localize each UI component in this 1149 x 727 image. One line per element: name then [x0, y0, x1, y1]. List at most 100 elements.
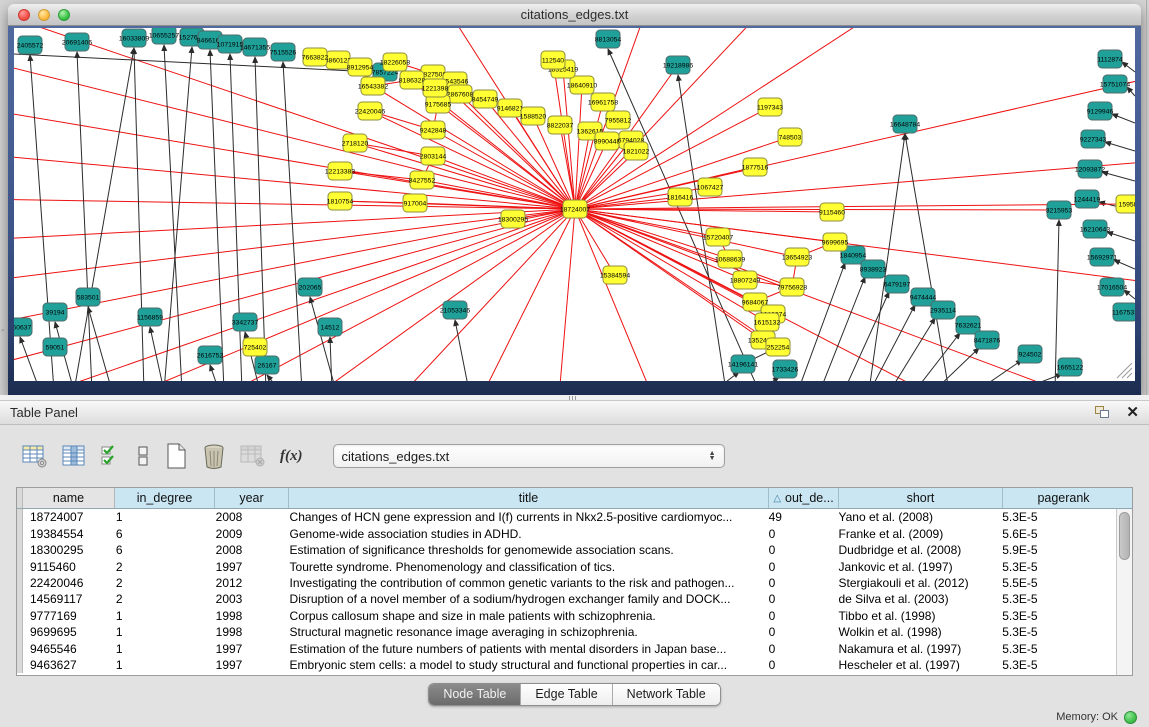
graph-node[interactable]: 2935114 — [930, 301, 956, 319]
graph-edge[interactable] — [870, 305, 915, 381]
graph-node[interactable]: 8822037 — [547, 116, 574, 134]
table-row[interactable]: 1830029562008Estimation of significance … — [17, 542, 1116, 558]
graph-edge[interactable] — [134, 48, 144, 381]
graph-node[interactable]: 18226058 — [380, 53, 410, 71]
graph-node[interactable]: 19218986 — [663, 56, 693, 74]
graph-node[interactable]: 22420046 — [355, 102, 385, 120]
row-height-button[interactable] — [136, 444, 150, 468]
graph-edge[interactable] — [74, 48, 134, 381]
graph-node[interactable]: 9227343 — [1080, 130, 1107, 148]
graph-node[interactable]: 15692971 — [1087, 248, 1117, 266]
graph-node[interactable]: 15384594 — [600, 266, 630, 284]
panel-resize-handle[interactable] — [569, 396, 578, 400]
graph-edge[interactable] — [14, 209, 575, 333]
graph-node[interactable]: 202065 — [298, 278, 322, 296]
graph-edge[interactable] — [164, 45, 182, 381]
scrollbar-thumb[interactable] — [1119, 512, 1130, 560]
graph-node[interactable]: 9699695 — [822, 233, 849, 251]
tab-network-table[interactable]: Network Table — [613, 684, 720, 705]
tab-edge-table[interactable]: Edge Table — [521, 684, 612, 705]
window-titlebar[interactable]: citations_edges.txt — [8, 4, 1141, 26]
graph-edge[interactable] — [164, 47, 192, 381]
graph-node[interactable]: 17016504 — [1097, 278, 1127, 296]
graph-edge[interactable] — [1122, 62, 1135, 72]
graph-node[interactable]: 18640910 — [567, 76, 597, 94]
column-header-in_degree[interactable]: in_degree — [115, 488, 215, 508]
column-header-out_de[interactable]: △out_de... — [769, 488, 839, 508]
graph-node[interactable]: 2867608 — [447, 85, 474, 103]
graph-edge[interactable] — [890, 318, 935, 381]
create-column-button[interactable] — [164, 443, 188, 469]
graph-edge[interactable] — [869, 134, 905, 381]
table-row[interactable]: 911546021997Tourette syndrome. Phenomeno… — [17, 558, 1116, 574]
graph-edge[interactable] — [820, 277, 865, 381]
graph-node[interactable]: 15720407 — [703, 228, 733, 246]
graph-node[interactable]: 13654923 — [782, 248, 812, 266]
graph-node[interactable]: 1588520 — [520, 107, 547, 125]
graph-edge[interactable] — [210, 365, 219, 381]
graph-node[interactable]: 14512 — [318, 318, 342, 336]
graph-node[interactable]: 18724007 — [560, 200, 590, 218]
graph-edge[interactable] — [354, 209, 575, 381]
column-header-pagerank[interactable]: pagerank — [1003, 488, 1124, 508]
graph-node[interactable]: 7663822 — [302, 48, 329, 66]
select-all-button[interactable] — [100, 444, 122, 468]
graph-edge[interactable] — [934, 348, 979, 381]
graph-node[interactable]: 14671355 — [240, 38, 270, 56]
function-builder-button[interactable]: f(x) — [280, 448, 303, 465]
graph-node[interactable]: 1156859 — [137, 308, 163, 326]
graph-edge[interactable] — [267, 375, 280, 381]
table-row[interactable]: 1872400712008Changes of HCN gene express… — [17, 509, 1116, 525]
graph-node[interactable]: 9175685 — [425, 95, 452, 113]
table-row[interactable]: 969969511998Structural magnetic resonanc… — [17, 624, 1116, 640]
graph-edge[interactable] — [340, 171, 575, 209]
graph-node[interactable]: 112540 — [541, 51, 565, 69]
graph-edge[interactable] — [30, 55, 54, 381]
graph-node[interactable]: 16648784 — [890, 115, 920, 133]
graph-edge[interactable] — [575, 68, 1135, 209]
graph-node[interactable]: 2405572 — [17, 36, 44, 54]
graph-node[interactable]: 1816416 — [667, 188, 694, 206]
graph-node[interactable]: 7515526 — [270, 43, 297, 61]
table-row[interactable]: 2242004622012Investigating the contribut… — [17, 575, 1116, 591]
graph-node[interactable]: 2616752 — [197, 346, 224, 364]
graph-node[interactable]: 8912954 — [347, 58, 374, 76]
graph-node[interactable]: 252254 — [766, 338, 790, 356]
graph-node[interactable]: 59051 — [43, 338, 67, 356]
graph-edge[interactable] — [210, 50, 224, 381]
graph-node[interactable]: 917004 — [403, 194, 427, 212]
table-row[interactable]: 1938455462009Genome-wide association stu… — [17, 525, 1116, 541]
graph-node[interactable]: 1821022 — [623, 142, 650, 160]
graph-edge[interactable] — [88, 307, 112, 381]
graph-node[interactable]: 18807249 — [730, 271, 760, 289]
graph-node[interactable]: 950637 — [14, 318, 32, 336]
graph-node[interactable]: 16033809 — [119, 29, 149, 47]
graph-edge[interactable] — [1102, 172, 1135, 181]
graph-node[interactable]: 26167 — [255, 356, 279, 374]
graph-edge[interactable] — [230, 54, 242, 381]
graph-node[interactable]: 12093872 — [1075, 160, 1105, 178]
delete-columns-button[interactable] — [202, 443, 226, 469]
graph-edge[interactable] — [283, 62, 302, 381]
graph-node[interactable]: 1733426 — [772, 360, 799, 378]
graph-node[interactable]: 924502 — [1018, 345, 1042, 363]
graph-node[interactable]: 1244419 — [1074, 190, 1101, 208]
graph-node[interactable]: 1067427 — [697, 178, 724, 196]
graph-node[interactable]: 583501 — [76, 288, 100, 306]
graph-edge[interactable] — [14, 148, 575, 209]
graph-node[interactable]: 10655257 — [149, 28, 179, 44]
graph-node[interactable]: 8471876 — [974, 331, 1001, 349]
graph-node[interactable]: 1615132 — [754, 313, 781, 331]
graph-node[interactable]: 16543382 — [358, 77, 388, 95]
graph-edge[interactable] — [554, 209, 575, 381]
graph-node[interactable]: 2803144 — [420, 147, 447, 165]
graph-node[interactable]: 9115460 — [819, 203, 845, 221]
show-columns-button[interactable] — [62, 444, 86, 468]
graph-edge[interactable] — [798, 263, 845, 381]
close-panel-icon[interactable]: ✕ — [1126, 406, 1139, 419]
graph-node[interactable]: 15958 — [1116, 195, 1135, 213]
graph-node[interactable]: 1197343 — [757, 98, 783, 116]
graph-node[interactable]: 2718120 — [342, 134, 369, 152]
graph-node[interactable]: 9242848 — [420, 121, 447, 139]
delete-table-button[interactable] — [240, 444, 266, 468]
